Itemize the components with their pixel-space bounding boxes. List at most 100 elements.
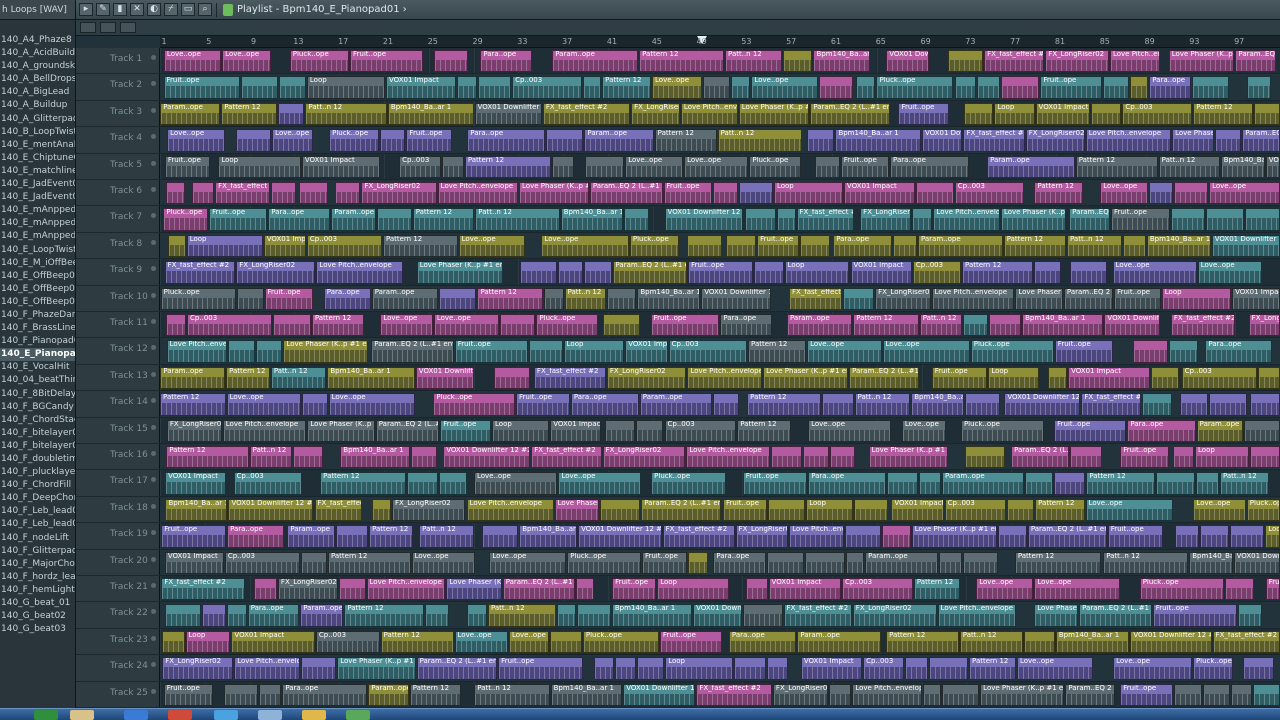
pattern-clip[interactable] [410, 446, 437, 469]
pattern-clip[interactable]: Fruit..ope [757, 234, 799, 258]
pattern-clip[interactable] [1214, 129, 1242, 152]
pattern-clip[interactable] [478, 76, 512, 99]
track-header[interactable]: Track 17 [76, 470, 160, 497]
browser-item[interactable]: 140_F_Leb_lead02 [0, 518, 75, 531]
pattern-clip[interactable] [1103, 76, 1129, 99]
pattern-clip[interactable]: Love..ope [163, 50, 222, 73]
pattern-clip[interactable]: VOX01 Impact [850, 261, 912, 284]
pattern-clip[interactable]: Pattern 12 [602, 76, 652, 99]
pattern-clip[interactable]: Pluck..ope [749, 155, 802, 178]
pattern-clip[interactable] [637, 657, 665, 680]
pattern-clip[interactable]: VOX01 Impact [843, 182, 915, 205]
pattern-clip[interactable]: Cp..003 [954, 182, 1024, 205]
pattern-clip[interactable]: Cp..003 [399, 155, 442, 178]
pattern-clip[interactable]: Param..EQ 2 (L..#1 envelope [1079, 604, 1152, 627]
pattern-clip[interactable] [912, 208, 933, 231]
pattern-clip[interactable]: Love..ope [226, 393, 302, 416]
pattern-clip[interactable]: Fruit..ope [898, 102, 950, 126]
pattern-clip[interactable]: Pattern 12 [160, 393, 226, 416]
scroll-left-button[interactable] [80, 22, 96, 33]
pattern-clip[interactable]: FX_fast_effect #2 [161, 578, 245, 601]
pattern-clip[interactable] [494, 366, 530, 390]
pattern-clip[interactable] [807, 129, 835, 152]
pattern-clip[interactable]: Loop [784, 261, 850, 284]
pattern-clip[interactable] [165, 604, 202, 627]
pattern-clip[interactable] [948, 50, 984, 73]
pattern-clip[interactable]: Fruit..ope [723, 498, 768, 522]
browser-item[interactable]: 140_F_DeepChords [0, 492, 75, 505]
pattern-clip[interactable]: VOX01 Downlifter 12 #2 [886, 50, 929, 73]
pattern-clip[interactable]: Para..ope [247, 604, 300, 627]
pattern-clip[interactable]: Love..ope [222, 50, 272, 73]
pattern-clip[interactable]: Pluck..ope [582, 630, 659, 654]
explorer-taskbar-icon[interactable] [124, 710, 148, 720]
pattern-clip[interactable]: Para..ope [808, 472, 886, 495]
pattern-clip[interactable]: Fruit..ope [440, 419, 492, 442]
pattern-clip[interactable]: Love Phaser (K..p #1 envelope [554, 498, 600, 522]
browser-item[interactable]: 140_B_LoopTwisted [0, 126, 75, 139]
browser-item[interactable]: 140_E_VocalHit [0, 361, 75, 374]
pattern-clip[interactable] [550, 630, 582, 654]
pattern-clip[interactable]: Love Phaser (K..p #1 envelope [868, 446, 948, 469]
pattern-clip[interactable]: Love Pitch..envelope [937, 604, 1016, 627]
pattern-clip[interactable]: Love..ope [433, 314, 500, 337]
pattern-clip[interactable]: Param..ope [287, 525, 335, 548]
pattern-clip[interactable]: Bpm140_Ba..ar 1 [340, 446, 410, 469]
pattern-clip[interactable]: Fruit..ope [161, 525, 227, 548]
pattern-clip[interactable]: Param..EQ 2 (L..#1 envelope [1065, 683, 1116, 706]
pattern-clip[interactable] [954, 76, 977, 99]
pattern-clip[interactable] [558, 261, 584, 284]
track-header[interactable]: Track 18 [76, 497, 160, 524]
pattern-clip[interactable] [1133, 340, 1168, 363]
pattern-clip[interactable]: VOX01 Downlifter 12 #2 [693, 604, 743, 627]
pattern-clip[interactable]: Fruit..ope [840, 155, 890, 178]
pattern-clip[interactable]: Param..ope [787, 314, 853, 337]
pattern-clip[interactable]: Pattern 12 [327, 551, 411, 574]
pattern-clip[interactable]: Para..ope [720, 314, 772, 337]
pattern-clip[interactable] [438, 472, 468, 495]
browser-item[interactable]: 140_E_mAnpped01 [0, 204, 75, 217]
pattern-clip[interactable]: Para..ope [713, 551, 766, 574]
pattern-clip[interactable] [226, 604, 247, 627]
track-mute-led-icon[interactable] [151, 503, 156, 509]
track-header[interactable]: Track 16 [76, 444, 160, 471]
pattern-clip[interactable]: Love..ope [1100, 182, 1149, 205]
pattern-clip[interactable]: Para..ope [268, 208, 331, 231]
pattern-clip[interactable]: Loop [773, 182, 843, 205]
pattern-clip[interactable]: Pattern 12 [369, 525, 413, 548]
pattern-clip[interactable]: Param..EQ 2 (L..#1 envelope [612, 261, 688, 284]
pattern-clip[interactable] [256, 340, 283, 363]
pattern-clip[interactable]: Love Phaser (K..p #1 envelope [283, 340, 369, 363]
pattern-clip[interactable]: Love..ope [1197, 261, 1262, 284]
pattern-clip[interactable] [918, 472, 942, 495]
pattern-clip[interactable]: Fruit..ope [1120, 683, 1174, 706]
delete-tool-icon[interactable]: ✕ [130, 3, 144, 16]
pattern-clip[interactable]: Bpm140_Ba..ar 1 [813, 50, 870, 73]
timeline-ruler[interactable]: 1 5 9 13 17 21 25 29 33 37 41 45 49 53 57 61 65 69 73 77 81 8… [160, 36, 1280, 48]
pattern-clip[interactable]: Param..EQ 2 (L..#1 envelope [810, 102, 891, 126]
pattern-clip[interactable] [1024, 630, 1055, 654]
pattern-clip[interactable] [1196, 472, 1219, 495]
pattern-clip[interactable] [1174, 182, 1209, 205]
track-header[interactable]: Track 3 [76, 101, 160, 128]
pattern-clip[interactable]: Pattern 12 [344, 604, 424, 627]
pattern-clip[interactable] [1254, 102, 1280, 126]
pattern-clip[interactable] [1150, 366, 1180, 390]
pattern-clip[interactable]: Pattern 12 [226, 366, 270, 390]
pattern-clip[interactable]: Love Phaser (K..p #1 envelope [980, 683, 1065, 706]
track-header[interactable]: Track 5 [76, 154, 160, 180]
pattern-clip[interactable]: Love Pitch..envelope [466, 498, 554, 522]
pattern-clip[interactable]: Param..ope [942, 472, 1024, 495]
slice-tool-icon[interactable]: ⌿ [164, 3, 178, 16]
pattern-clip[interactable]: Param..EQ 2 (L..#1 envelope [1069, 208, 1110, 231]
pattern-clip[interactable] [843, 287, 875, 310]
pattern-clip[interactable] [1237, 604, 1263, 627]
pattern-clip[interactable] [1258, 366, 1280, 390]
pattern-clip[interactable] [293, 446, 324, 469]
pattern-clip[interactable]: FX_fast_effect #2 [1212, 630, 1280, 654]
pattern-clip[interactable]: Pattern 12 [654, 129, 717, 152]
pattern-clip[interactable]: Fruit..ope [209, 208, 268, 231]
pattern-clip[interactable] [466, 604, 487, 627]
pattern-clip[interactable]: Pattern 12 [311, 314, 364, 337]
pattern-clip[interactable]: Cp..003 [1181, 366, 1258, 390]
